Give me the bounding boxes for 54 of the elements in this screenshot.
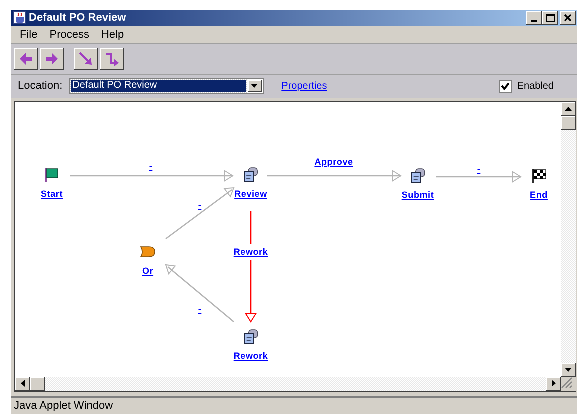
connector-label[interactable]: - (477, 164, 481, 174)
checkmark-icon (501, 82, 510, 91)
elbow-arrow-icon (104, 50, 120, 67)
location-dropdown[interactable]: Default PO Review (68, 78, 264, 94)
documents-icon (243, 166, 259, 183)
dropdown-arrow-icon (251, 84, 258, 88)
close-icon (564, 14, 572, 22)
scroll-down-button[interactable] (561, 362, 576, 377)
documents-icon (243, 328, 259, 345)
connector-label[interactable]: - (198, 200, 202, 210)
node-label[interactable]: End (530, 190, 548, 200)
up-arrow-icon (565, 106, 572, 111)
node-label[interactable]: Submit (402, 190, 434, 200)
down-arrow-icon (565, 368, 572, 372)
enabled-checkbox[interactable] (499, 80, 512, 93)
connector-label[interactable]: Approve (314, 156, 354, 167)
resize-grip-icon (561, 376, 573, 389)
status-text: Java Applet Window (14, 400, 114, 412)
diagonal-arrow-icon (78, 50, 94, 67)
documents-icon (410, 168, 426, 184)
scroll-left-button[interactable] (15, 376, 30, 391)
properties-link[interactable]: Properties (282, 80, 328, 92)
forward-button[interactable] (40, 48, 64, 70)
scroll-right-button[interactable] (546, 376, 561, 391)
node-label[interactable]: Rework (234, 350, 268, 361)
scroll-up-button[interactable] (561, 102, 576, 116)
window-title: Default PO Review (29, 12, 128, 24)
menu-item[interactable]: Process (44, 28, 94, 41)
right-arrow-icon (44, 50, 60, 67)
checkbox-label: Enabled (517, 80, 554, 92)
maximize-button[interactable] (542, 11, 558, 26)
menu-item[interactable]: File (15, 28, 43, 41)
node-label[interactable]: Or (142, 266, 154, 276)
connector-label[interactable]: - (149, 160, 153, 171)
location-label: Location: (18, 80, 63, 92)
left-arrow-icon (18, 50, 34, 67)
or-gate-icon (140, 244, 156, 260)
menu-item[interactable]: Help (96, 28, 130, 41)
maximize-icon (546, 14, 554, 22)
connector-label[interactable]: Rework (234, 246, 268, 257)
node-label[interactable]: Review (234, 188, 268, 199)
close-button[interactable] (560, 11, 576, 26)
scroll-thumb[interactable] (30, 376, 45, 391)
left-arrow-icon (20, 380, 24, 388)
flag-icon (44, 166, 60, 183)
back-button[interactable] (14, 48, 38, 70)
straight-connector-button[interactable] (74, 48, 98, 70)
right-arrow-icon (552, 380, 556, 388)
elbow-connector-button[interactable] (100, 48, 124, 70)
minimize-button[interactable] (526, 11, 542, 26)
checkered-flag-icon (531, 168, 547, 184)
node-label[interactable]: Start (41, 188, 63, 199)
connector-label[interactable]: - (198, 304, 202, 314)
scroll-thumb[interactable] (561, 116, 576, 130)
